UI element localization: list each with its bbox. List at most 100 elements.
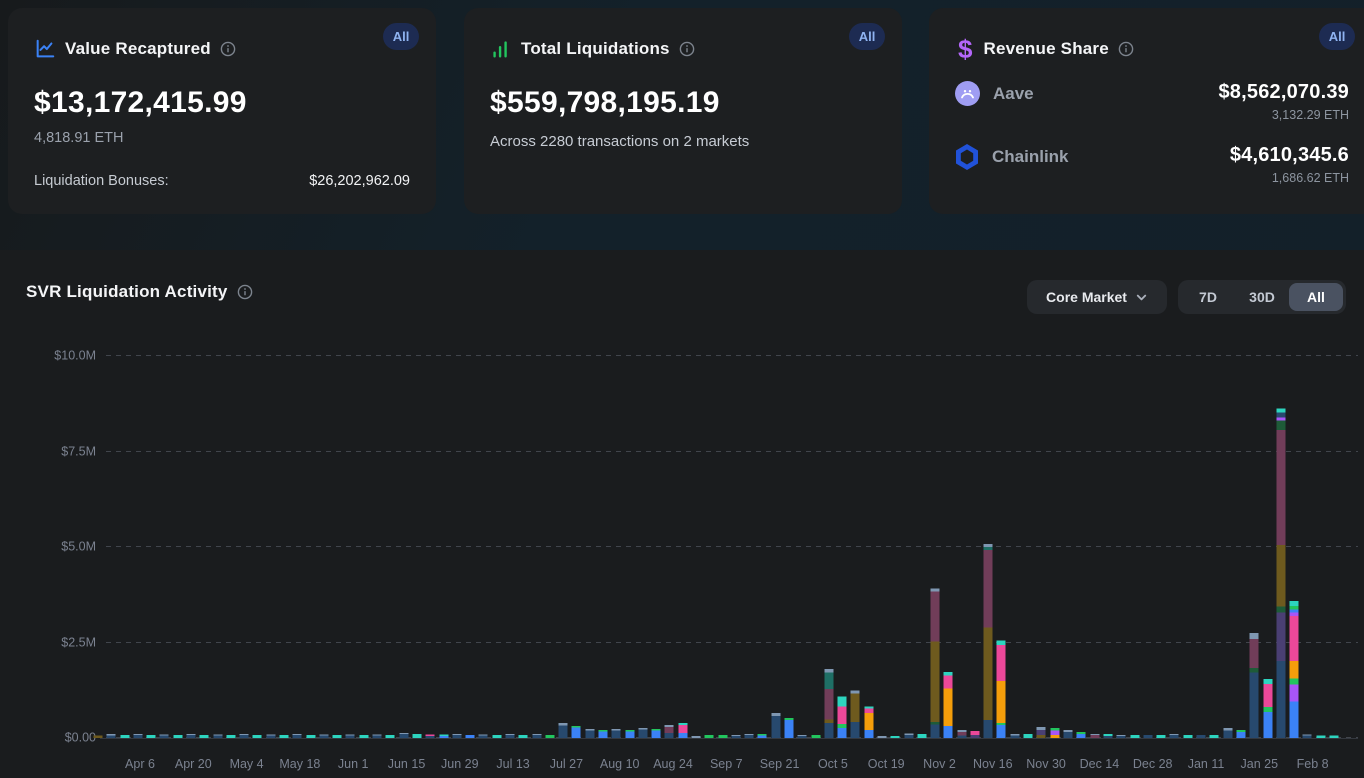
bar-segment[interactable]: [1289, 661, 1298, 678]
bar-segment[interactable]: [266, 735, 275, 736]
bar-segment[interactable]: [678, 733, 687, 738]
bar-segment[interactable]: [1276, 418, 1285, 421]
bar-segment[interactable]: [1196, 735, 1205, 738]
bar-segment[interactable]: [983, 720, 992, 738]
bar-segment[interactable]: [1116, 735, 1125, 736]
bar-segment[interactable]: [452, 734, 461, 735]
bar-segment[interactable]: [1223, 728, 1232, 730]
bar-segment[interactable]: [226, 735, 235, 738]
bar-segment[interactable]: [1076, 732, 1085, 734]
bar-segment[interactable]: [864, 707, 873, 709]
bar-segment[interactable]: [1263, 679, 1272, 684]
bar-segment[interactable]: [664, 725, 673, 727]
bar-segment[interactable]: [904, 733, 913, 735]
bar-segment[interactable]: [159, 735, 168, 736]
bar-segment[interactable]: [1010, 735, 1019, 738]
bar-segment[interactable]: [1263, 712, 1272, 738]
bar-segment[interactable]: [930, 722, 939, 724]
bar-segment[interactable]: [850, 691, 859, 694]
bar-segment[interactable]: [943, 726, 952, 738]
bar-segment[interactable]: [877, 736, 886, 738]
bar-segment[interactable]: [625, 730, 634, 732]
bar-segment[interactable]: [784, 718, 793, 720]
bar-segment[interactable]: [1276, 607, 1285, 613]
bar-segment[interactable]: [1289, 609, 1298, 612]
market-selector-dropdown[interactable]: Core Market: [1027, 280, 1167, 314]
bar-segment[interactable]: [664, 727, 673, 733]
bar-segment[interactable]: [996, 681, 1005, 723]
bar-segment[interactable]: [1276, 661, 1285, 738]
range-badge[interactable]: All: [849, 23, 885, 50]
bar-segment[interactable]: [106, 734, 115, 735]
bar-segment[interactable]: [159, 736, 168, 738]
bar-segment[interactable]: [837, 724, 846, 728]
bar-segment[interactable]: [1289, 601, 1298, 606]
bar-segment[interactable]: [611, 730, 620, 738]
bar-segment[interactable]: [1090, 735, 1099, 738]
bar-segment[interactable]: [239, 735, 248, 738]
bar-segment[interactable]: [731, 736, 740, 738]
bar-segment[interactable]: [558, 725, 567, 738]
info-icon[interactable]: [220, 41, 236, 57]
bar-segment[interactable]: [864, 713, 873, 730]
bar-segment[interactable]: [133, 734, 142, 735]
bar-segment[interactable]: [1276, 409, 1285, 413]
bar-segment[interactable]: [239, 734, 248, 735]
bar-segment[interactable]: [957, 732, 966, 736]
bar-segment[interactable]: [1249, 633, 1258, 639]
bar-segment[interactable]: [797, 735, 806, 736]
bar-segment[interactable]: [1050, 730, 1059, 735]
bar-segment[interactable]: [1289, 702, 1298, 738]
bar-segment[interactable]: [173, 735, 182, 738]
bar-segment[interactable]: [744, 735, 753, 738]
bar-segment[interactable]: [983, 544, 992, 547]
bar-segment[interactable]: [1236, 732, 1245, 738]
bar-segment[interactable]: [532, 735, 541, 738]
bar-segment[interactable]: [571, 726, 580, 728]
bar-segment[interactable]: [1050, 735, 1059, 738]
bar-segment[interactable]: [199, 735, 208, 738]
bar-segment[interactable]: [213, 736, 222, 738]
bar-segment[interactable]: [757, 734, 766, 735]
bar-segment[interactable]: [664, 733, 673, 738]
bar-segment[interactable]: [824, 719, 833, 723]
bar-segment[interactable]: [930, 724, 939, 738]
liquidation-activity-chart[interactable]: $10.0M$7.5M$5.0M$2.5M$0.00Apr 6Apr 20May…: [0, 250, 1364, 778]
bar-segment[interactable]: [930, 591, 939, 641]
bar-segment[interactable]: [439, 736, 448, 738]
bar-segment[interactable]: [1302, 735, 1311, 736]
bar-segment[interactable]: [1036, 735, 1045, 738]
bar-segment[interactable]: [1276, 421, 1285, 430]
bar-segment[interactable]: [1289, 685, 1298, 702]
bar-segment[interactable]: [585, 729, 594, 731]
bar-segment[interactable]: [638, 728, 647, 730]
bar-segment[interactable]: [598, 732, 607, 739]
bar-segment[interactable]: [1103, 734, 1112, 736]
bar-segment[interactable]: [332, 735, 341, 738]
bar-segment[interactable]: [930, 642, 939, 722]
bar-segment[interactable]: [1289, 678, 1298, 684]
bar-segment[interactable]: [292, 734, 301, 735]
bar-segment[interactable]: [824, 672, 833, 689]
bar-segment[interactable]: [1063, 730, 1072, 732]
bar-segment[interactable]: [704, 735, 713, 738]
bar-segment[interactable]: [518, 735, 527, 738]
bar-segment[interactable]: [1036, 730, 1045, 735]
bar-segment[interactable]: [279, 735, 288, 738]
range-badge[interactable]: All: [383, 23, 419, 50]
bar-segment[interactable]: [651, 730, 660, 738]
bar-segment[interactable]: [611, 729, 620, 731]
bar-segment[interactable]: [970, 731, 979, 735]
bar-segment[interactable]: [133, 735, 142, 738]
bar-segment[interactable]: [558, 723, 567, 725]
bar-segment[interactable]: [784, 720, 793, 738]
bar-segment[interactable]: [93, 736, 102, 738]
bar-segment[interactable]: [651, 729, 660, 731]
bar-segment[interactable]: [146, 735, 155, 738]
info-icon[interactable]: [237, 284, 253, 300]
bar-segment[interactable]: [425, 736, 434, 738]
bar-segment[interactable]: [890, 736, 899, 738]
bar-segment[interactable]: [996, 723, 1005, 725]
bar-segment[interactable]: [478, 735, 487, 736]
bar-segment[interactable]: [306, 735, 315, 738]
